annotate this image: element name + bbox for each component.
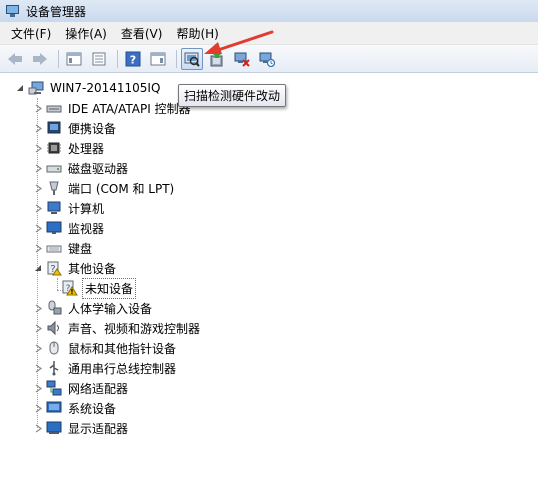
expand-icon[interactable] xyxy=(32,162,44,174)
other-devices-icon: ? xyxy=(46,260,62,276)
toolbar-separator xyxy=(176,49,177,68)
menu-action[interactable]: 操作(A) xyxy=(58,23,114,44)
expand-icon[interactable] xyxy=(32,422,44,434)
tree-category-label: 人体学输入设备 xyxy=(68,301,153,316)
tree-category[interactable]: 网络适配器 xyxy=(32,378,130,398)
tree-category-label: 便携设备 xyxy=(68,121,117,136)
expand-icon[interactable] xyxy=(32,122,44,134)
tree-category-label: 监视器 xyxy=(68,221,105,236)
forward-button[interactable] xyxy=(29,48,51,70)
computer-root-icon xyxy=(28,80,44,96)
title-bar: 设备管理器 xyxy=(0,0,538,22)
properties-button[interactable] xyxy=(88,48,110,70)
menu-file[interactable]: 文件(F) xyxy=(4,23,58,44)
properties-icon xyxy=(92,52,106,65)
unknown-device-warning-icon: ?! xyxy=(62,280,78,296)
tree-category[interactable]: 磁盘驱动器 xyxy=(32,158,130,178)
svg-text:!: ! xyxy=(70,288,73,296)
window-title: 设备管理器 xyxy=(26,4,87,19)
back-arrow-icon xyxy=(8,52,22,65)
disk-drive-icon xyxy=(46,160,62,176)
device-tree: WIN7-20141105IQ IDE ATA/ATAPI 控制器 便携设备处理器… xyxy=(0,74,538,481)
toolbar-separator xyxy=(117,49,118,68)
help-button[interactable]: ? xyxy=(122,48,144,70)
unknown-device-label: 未知设备 xyxy=(82,277,137,299)
tree-category-label: IDE ATA/ATAPI 控制器 xyxy=(68,101,191,116)
tree-category[interactable]: 便携设备 xyxy=(32,118,118,138)
usb-icon xyxy=(46,360,62,376)
tree-category-label: 计算机 xyxy=(68,201,105,216)
help-icon: ? xyxy=(125,51,141,66)
tree-category-label: 键盘 xyxy=(68,241,93,256)
toolbar-separator xyxy=(58,49,59,68)
tree-guide-line xyxy=(57,278,58,290)
tree-category-label: 鼠标和其他指针设备 xyxy=(68,341,177,356)
expand-icon[interactable] xyxy=(32,382,44,394)
collapse-icon[interactable] xyxy=(32,262,44,274)
processor-icon xyxy=(46,140,62,156)
show-action-pane-icon xyxy=(150,52,166,65)
tree-category[interactable]: 通用串行总线控制器 xyxy=(32,358,178,378)
expand-icon[interactable] xyxy=(32,362,44,374)
ide-controller-icon xyxy=(46,100,62,116)
tree-category-label: 显示适配器 xyxy=(68,421,129,436)
tree-root[interactable]: WIN7-20141105IQ xyxy=(14,78,162,98)
network-adapter-icon xyxy=(46,380,62,396)
tree-category[interactable]: 鼠标和其他指针设备 xyxy=(32,338,178,358)
tree-category[interactable]: 系统设备 xyxy=(32,398,118,418)
show-action-pane-button[interactable] xyxy=(147,48,169,70)
system-device-icon xyxy=(46,400,62,416)
display-adapter-icon xyxy=(46,420,62,436)
tree-category-label: 通用串行总线控制器 xyxy=(68,361,177,376)
expand-icon[interactable] xyxy=(32,102,44,114)
tree-category-label: 系统设备 xyxy=(68,401,117,416)
tree-category-label: 磁盘驱动器 xyxy=(68,161,129,176)
show-hide-console-tree-icon xyxy=(66,52,82,65)
svg-text:?: ? xyxy=(130,53,136,66)
expand-icon[interactable] xyxy=(32,202,44,214)
tree-category-label: 处理器 xyxy=(68,141,105,156)
tree-category[interactable]: 计算机 xyxy=(32,198,106,218)
tree-category-label: 端口 (COM 和 LPT) xyxy=(68,181,175,196)
scan-hardware-tooltip: 扫描检测硬件改动 xyxy=(178,84,287,107)
tree-category[interactable]: ? 其他设备 xyxy=(32,258,118,278)
annotation-arrow xyxy=(204,30,274,54)
menu-view[interactable]: 查看(V) xyxy=(114,23,170,44)
back-button[interactable] xyxy=(4,48,26,70)
expand-icon[interactable] xyxy=(32,142,44,154)
collapse-icon[interactable] xyxy=(14,82,26,94)
portable-device-icon xyxy=(46,120,62,136)
tree-category[interactable]: 监视器 xyxy=(32,218,106,238)
tree-category[interactable]: 端口 (COM 和 LPT) xyxy=(32,178,176,198)
tree-category[interactable]: 人体学输入设备 xyxy=(32,298,154,318)
expand-icon[interactable] xyxy=(32,182,44,194)
tree-category-label: 声音、视频和游戏控制器 xyxy=(68,321,201,336)
keyboard-icon xyxy=(46,240,62,256)
tree-category[interactable]: IDE ATA/ATAPI 控制器 xyxy=(32,98,193,118)
device-manager-icon xyxy=(6,4,20,18)
hid-icon xyxy=(46,300,62,316)
expand-icon[interactable] xyxy=(32,302,44,314)
tree-category[interactable]: 声音、视频和游戏控制器 xyxy=(32,318,202,338)
mouse-icon xyxy=(46,340,62,356)
tree-root-label: WIN7-20141105IQ xyxy=(50,81,161,95)
tree-category[interactable]: 显示适配器 xyxy=(32,418,130,438)
port-icon xyxy=(46,180,62,196)
monitor-icon xyxy=(46,220,62,236)
forward-arrow-icon xyxy=(33,52,47,65)
expand-icon[interactable] xyxy=(32,242,44,254)
expand-icon[interactable] xyxy=(32,322,44,334)
unknown-device-row[interactable]: ?! 未知设备 xyxy=(62,277,137,299)
tree-category-label: 其他设备 xyxy=(68,261,117,276)
expand-icon[interactable] xyxy=(32,342,44,354)
expand-icon[interactable] xyxy=(32,222,44,234)
tree-category-label: 网络适配器 xyxy=(68,381,129,396)
expand-icon[interactable] xyxy=(32,402,44,414)
computer-icon xyxy=(46,200,62,216)
tree-category[interactable]: 处理器 xyxy=(32,138,106,158)
tree-category[interactable]: 键盘 xyxy=(32,238,94,258)
show-hide-console-tree-button[interactable] xyxy=(63,48,85,70)
sound-icon xyxy=(46,320,62,336)
